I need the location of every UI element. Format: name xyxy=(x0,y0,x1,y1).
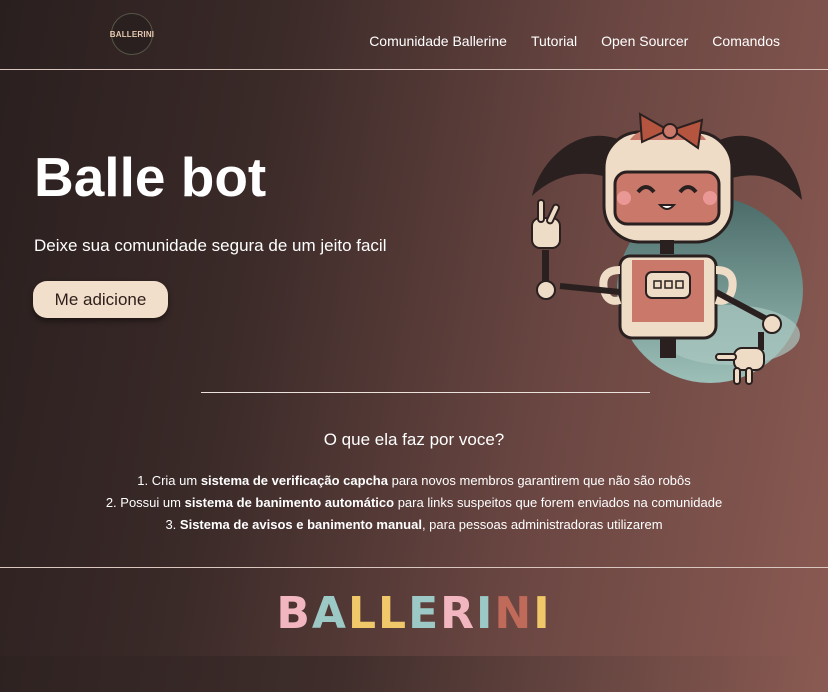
wordmark-letter: I xyxy=(476,588,495,639)
wordmark-letter: N xyxy=(494,588,534,639)
robot-illustration xyxy=(531,112,803,385)
left-hand xyxy=(531,217,561,249)
hero-subtitle: Deixe sua comunidade segura de um jeito … xyxy=(34,236,387,255)
wordmark-letter: I xyxy=(533,588,552,639)
wordmark-letter: A xyxy=(311,588,348,639)
logo[interactable]: BALLERINI xyxy=(109,13,155,55)
bottom-band xyxy=(0,656,828,692)
top-nav: BALLERINI Comunidade Ballerine Tutorial … xyxy=(0,0,828,70)
wordmark-letter: B xyxy=(276,588,312,639)
add-bot-button[interactable]: Me adicione xyxy=(33,281,168,318)
nav-link-comandos[interactable]: Comandos xyxy=(712,33,780,49)
section-divider xyxy=(201,392,650,393)
nav-link-open-source[interactable]: Open Sourcer xyxy=(601,33,688,49)
features-list: 1. Cria um sistema de verificação capcha… xyxy=(0,470,828,536)
nav-link-comunidade[interactable]: Comunidade Ballerine xyxy=(369,33,507,49)
list-item: 1. Cria um sistema de verificação capcha… xyxy=(137,473,691,488)
list-item: 2. Possui um sistema de banimento automá… xyxy=(105,495,723,510)
nav-link-tutorial[interactable]: Tutorial xyxy=(531,33,577,49)
right-hand xyxy=(733,347,765,371)
logo-text: BALLERINI xyxy=(109,29,155,39)
wordmark-letter: L xyxy=(347,588,379,639)
hero-title: Balle bot xyxy=(34,146,267,208)
footer-wordmark: BALLERINI xyxy=(0,588,828,639)
list-item: 3. Sistema de avisos e banimento manual,… xyxy=(165,517,663,532)
wordmark-letter: L xyxy=(378,588,409,639)
wordmark-letter: R xyxy=(440,588,477,639)
features-heading: O que ela faz por voce? xyxy=(323,430,505,449)
nav-links: Comunidade Ballerine Tutorial Open Sourc… xyxy=(369,33,780,49)
wordmark-letter: E xyxy=(408,588,441,639)
